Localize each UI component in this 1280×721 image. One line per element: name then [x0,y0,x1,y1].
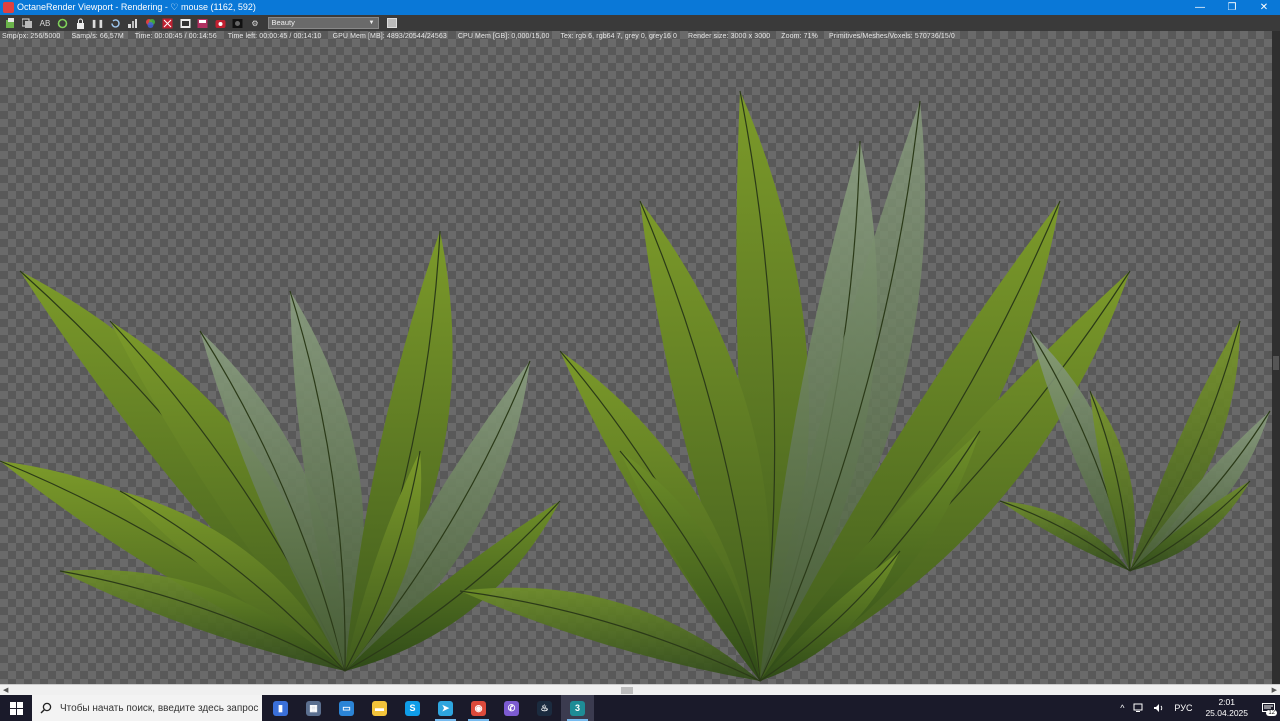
samples-per-second: Samp/s: 66,57M [71,33,124,40]
notepad-icon: ▮ [273,700,288,716]
expand-icon[interactable] [386,18,397,28]
taskbar-clock[interactable]: 2:01 25.04.2025 [1205,697,1248,719]
octane-app-icon [3,2,14,13]
taskbar-app-skype[interactable]: S [396,695,429,721]
ab-compare-icon[interactable]: AB [38,17,52,30]
taskbar-app-viber[interactable]: ✆ [495,695,528,721]
explorer-icon: ▬ [372,700,387,716]
scroll-right-icon[interactable]: ▶ [1272,686,1277,694]
computer-icon: ▭ [339,700,354,716]
horizontal-scroll-thumb[interactable] [621,687,633,694]
color-picker-icon[interactable] [143,17,157,30]
window-title: OctaneRender Viewport - Rendering - ♡ mo… [17,2,256,12]
taskbar-app-telegram[interactable]: ➤ [429,695,462,721]
taskbar-app-photos[interactable]: ▦ [297,695,330,721]
import-icon[interactable] [3,17,17,30]
viewport-toolbar: AB ❚❚ ⚙ Beauty ▼ [0,15,1280,31]
texture-count: Tex: rgb 6, rgb64 7, grey 0, grey16 0 [560,33,677,40]
settings-icon[interactable]: ⚙ [248,17,262,30]
reset-icon[interactable] [108,17,122,30]
samples-per-pixel: Smp/px: 256/5000 [2,33,61,40]
save-image-icon[interactable] [196,17,210,30]
notification-center-button[interactable]: 12 [1256,695,1280,721]
taskbar-app-chrome[interactable]: ◉ [462,695,495,721]
taskbar-app-3dsmax[interactable]: 3 [561,695,594,721]
window-controls: — ❐ ✕ [1184,0,1280,15]
3dsmax-icon: 3 [570,700,585,716]
render-time: Time: 00:00:45 / 00:14:56 [134,33,217,40]
zoom-level: Zoom: 71% [781,33,818,40]
taskbar-app-steam[interactable]: ♨ [528,695,561,721]
render-pass-dropdown[interactable]: Beauty ▼ [267,17,379,29]
title-bar: OctaneRender Viewport - Rendering - ♡ mo… [0,0,1280,15]
camera-lock-icon[interactable] [231,17,245,30]
steam-icon: ♨ [537,700,552,716]
windows-taskbar: Чтобы начать поиск, введите здесь запрос… [0,695,1280,721]
copy-icon[interactable] [21,17,35,30]
pause-icon[interactable]: ❚❚ [91,17,105,30]
taskbar-app-explorer[interactable]: ▬ [363,695,396,721]
film-region-icon[interactable] [178,17,192,30]
photos-icon: ▦ [306,700,321,716]
search-icon [40,702,52,714]
gpu-memory: GPU Mem [MB]: 4893/20544/24563 [332,33,447,40]
viber-icon: ✆ [504,700,519,716]
search-placeholder: Чтобы начать поиск, введите здесь запрос [60,702,259,714]
scroll-left-icon[interactable]: ◀ [3,686,8,694]
render-statistics: Smp/px: 256/5000 Samp/s: 66,57M Time: 00… [2,33,964,40]
volume-icon[interactable] [1153,703,1165,713]
chevron-down-icon: ▼ [368,20,375,26]
region-render-icon[interactable] [161,17,175,30]
render-size: Render size: 3000 x 3000 [688,33,771,40]
vertical-scrollbar[interactable] [1272,31,1280,684]
taskbar-app-notepad[interactable]: ▮ [264,695,297,721]
tray-overflow-chevron-icon[interactable]: ^ [1120,703,1124,713]
maximize-button[interactable]: ❐ [1216,0,1248,15]
restart-render-icon[interactable] [56,17,70,30]
camera-view-icon[interactable] [213,17,227,30]
clock-time: 2:01 [1218,697,1235,707]
close-button[interactable]: ✕ [1248,0,1280,15]
network-icon[interactable] [1133,703,1145,713]
skype-icon: S [405,700,420,716]
time-left: Time left: 00:00:45 / 00:14:10 [227,33,322,40]
windows-logo-icon [9,701,23,715]
system-tray: ^ РУС 2:01 25.04.2025 12 [1115,695,1280,721]
taskbar-search-box[interactable]: Чтобы начать поиск, введите здесь запрос [32,695,262,721]
lock-icon[interactable] [73,17,87,30]
clay-mode-icon[interactable] [126,17,140,30]
render-viewport[interactable]: Smp/px: 256/5000 Samp/s: 66,57M Time: 00… [0,31,1272,684]
chrome-icon: ◉ [471,700,486,716]
telegram-icon: ➤ [438,700,453,716]
clock-date: 25.04.2025 [1205,708,1248,718]
primitives-count: Primitives/Meshes/Voxels: 570736/15/0 [829,33,955,40]
taskbar-apps: ▮ ▦ ▭ ▬ S ➤ ◉ ✆ ♨ 3 [264,695,594,721]
notification-count: 12 [1266,710,1277,716]
cpu-memory: CPU Mem [GB]: 0,000/15,00 [457,33,550,40]
render-image [0,90,1271,682]
render-pass-value: Beauty [271,18,295,27]
start-button[interactable] [0,695,32,721]
horizontal-scrollbar[interactable]: ◀ ▶ [0,684,1280,695]
taskbar-app-computer[interactable]: ▭ [330,695,363,721]
minimize-button[interactable]: — [1184,0,1216,15]
vertical-scroll-thumb[interactable] [1273,356,1279,370]
language-indicator[interactable]: РУС [1174,703,1192,713]
